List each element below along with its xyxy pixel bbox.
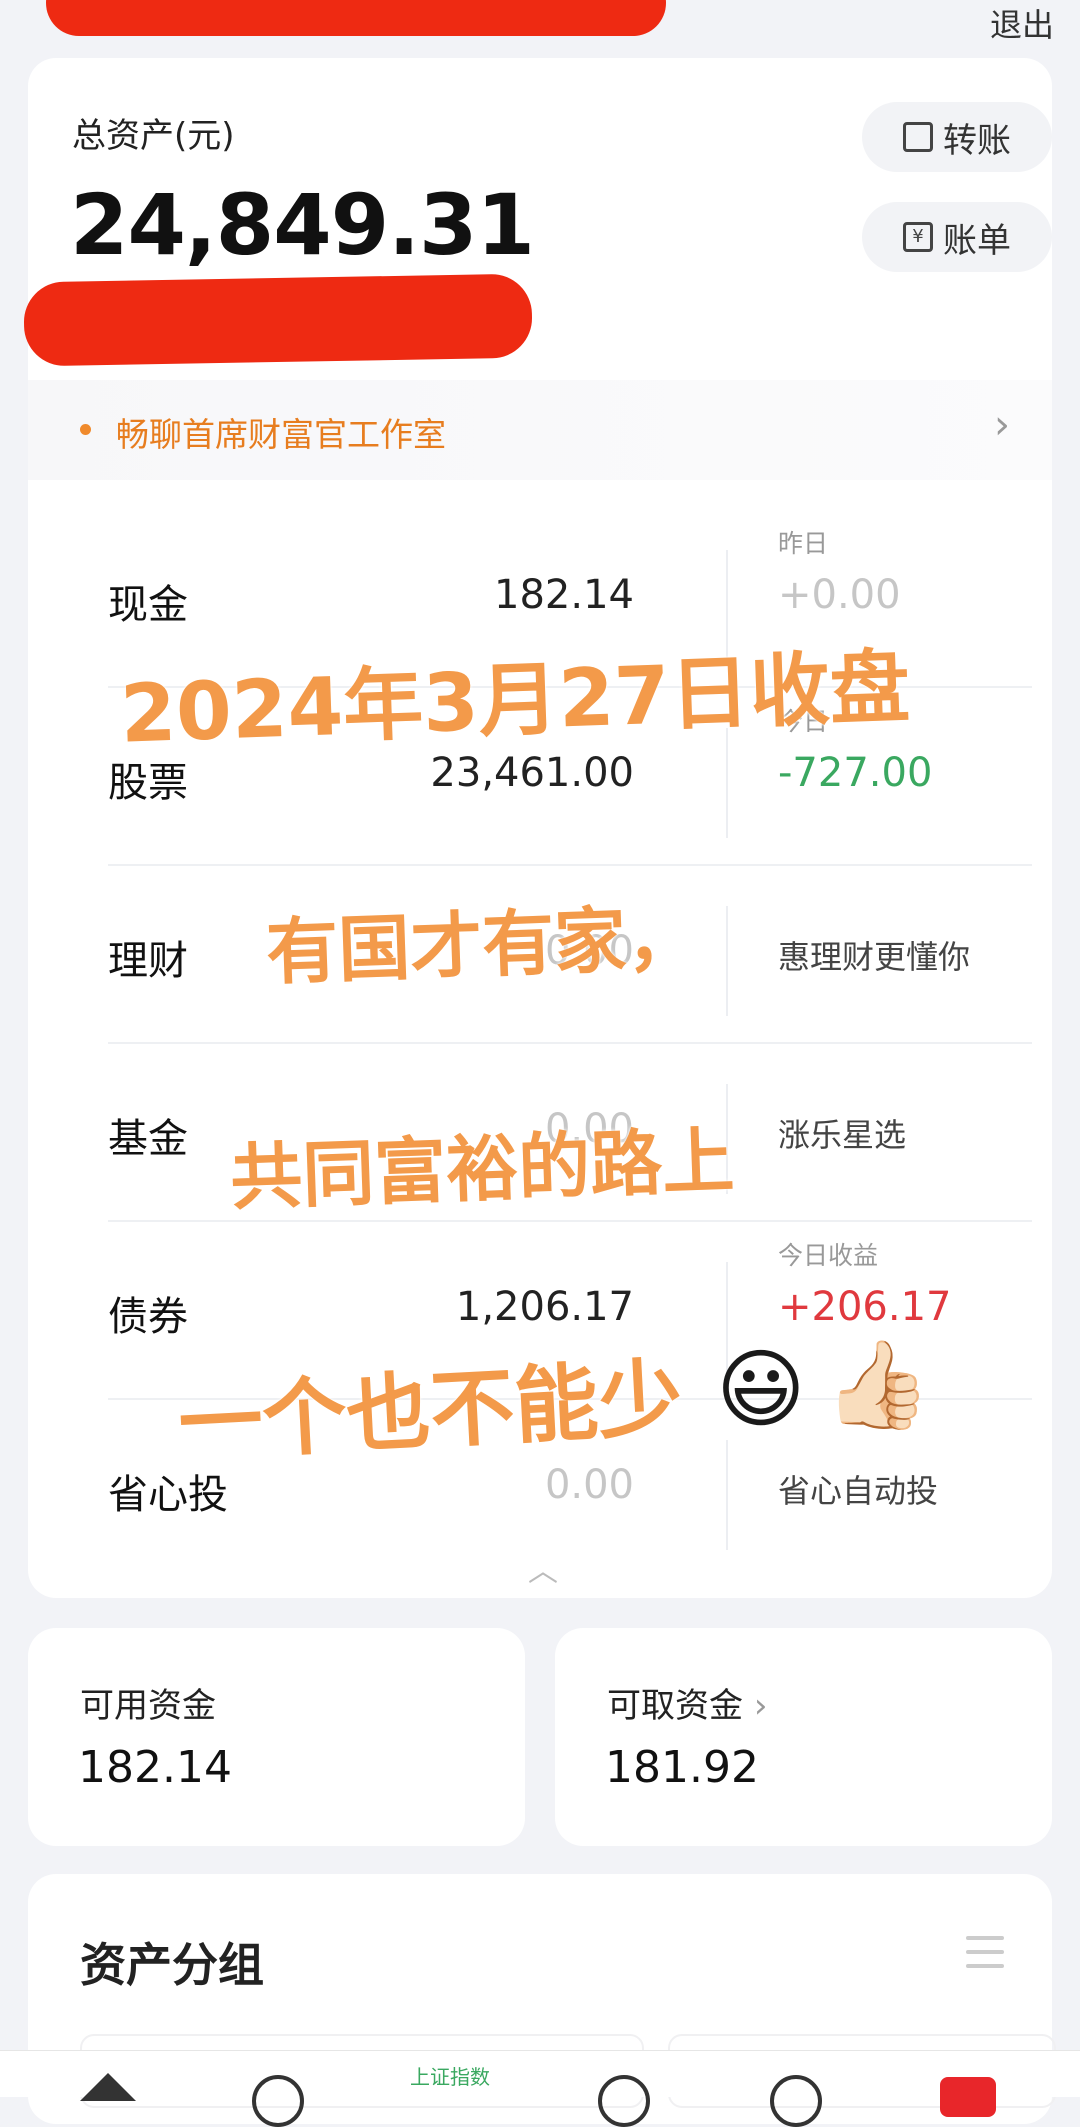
bottom-tab-bar: 上证指数 bbox=[0, 2050, 1080, 2127]
holding-sub-value: +206.17 bbox=[778, 1284, 952, 1330]
menu-icon[interactable] bbox=[966, 1936, 1004, 1978]
available-funds-value: 182.14 bbox=[78, 1742, 232, 1793]
holding-name: 现金 bbox=[108, 582, 188, 628]
holding-sub-value: -727.00 bbox=[778, 750, 933, 796]
market-icon[interactable] bbox=[252, 2075, 304, 2127]
bill-button[interactable]: ¥ 账单 bbox=[862, 202, 1052, 272]
holding-sub-value: +0.00 bbox=[778, 572, 901, 618]
chevron-right-icon: › bbox=[994, 402, 1010, 448]
smile-emoji: 😃 bbox=[716, 1340, 806, 1440]
divider bbox=[726, 906, 728, 1016]
transfer-label: 转账 bbox=[943, 120, 1011, 161]
index-ticker-label[interactable]: 上证指数 bbox=[410, 2061, 490, 2090]
holding-value: 23,461.00 bbox=[430, 750, 634, 796]
asset-group-title: 资产分组 bbox=[80, 1938, 264, 1992]
overlay-text-line2: 有国才有家， bbox=[264, 895, 700, 995]
available-funds-label: 可用资金 bbox=[80, 1686, 216, 1726]
redaction-mark bbox=[46, 0, 666, 36]
promo-dot bbox=[80, 424, 91, 435]
redaction-mark bbox=[23, 273, 533, 367]
trade-icon[interactable] bbox=[598, 2075, 650, 2127]
account-icon[interactable] bbox=[940, 2077, 996, 2117]
withdrawable-funds-label-text: 可取资金 bbox=[607, 1686, 743, 1726]
holding-name: 债券 bbox=[108, 1294, 188, 1340]
holding-value: 182.14 bbox=[494, 572, 634, 618]
holding-name: 基金 bbox=[108, 1116, 188, 1162]
withdrawable-funds-value: 181.92 bbox=[605, 1742, 759, 1793]
divider bbox=[726, 1440, 728, 1550]
holding-side-text: 涨乐星选 bbox=[778, 1116, 907, 1154]
chevron-right-icon: › bbox=[753, 1686, 768, 1726]
promo-text: 畅聊首席财富官工作室 bbox=[116, 415, 446, 454]
withdrawable-funds-card[interactable]: 可取资金 › 181.92 bbox=[555, 1628, 1052, 1846]
top-bar: 退出 bbox=[0, 0, 1080, 58]
total-assets-label: 总资产(元) bbox=[72, 116, 235, 156]
total-assets-value: 24,849.31 bbox=[70, 176, 535, 274]
withdrawable-funds-label: 可取资金 › bbox=[607, 1678, 767, 1727]
home-icon[interactable] bbox=[80, 2073, 136, 2101]
holding-sub-label: 今日收益 bbox=[778, 1241, 879, 1270]
wealth-icon[interactable] bbox=[770, 2075, 822, 2127]
transfer-button[interactable]: 转账 bbox=[862, 102, 1052, 172]
holding-value: 0.00 bbox=[544, 1462, 634, 1508]
promo-banner[interactable]: 畅聊首席财富官工作室 › bbox=[28, 380, 1052, 480]
bill-label: 账单 bbox=[943, 220, 1011, 261]
available-funds-card: 可用资金 182.14 bbox=[28, 1628, 525, 1846]
thumbs-up-emoji: 👍🏻 bbox=[824, 1335, 932, 1435]
holding-sub-label: 昨日 bbox=[778, 529, 829, 558]
overlay-text-line3: 共同富裕的路上 bbox=[228, 1118, 736, 1220]
holding-name: 理财 bbox=[108, 938, 188, 984]
holding-side-text: 惠理财更懂你 bbox=[778, 938, 971, 976]
bill-icon: ¥ bbox=[903, 222, 933, 252]
holding-value: 1,206.17 bbox=[455, 1284, 634, 1330]
logout-button[interactable]: 退出 bbox=[990, 0, 1054, 46]
chevron-up-icon[interactable]: ︿ bbox=[528, 1546, 558, 1590]
transfer-icon bbox=[903, 122, 933, 152]
holding-side-text: 省心自动投 bbox=[778, 1472, 939, 1510]
